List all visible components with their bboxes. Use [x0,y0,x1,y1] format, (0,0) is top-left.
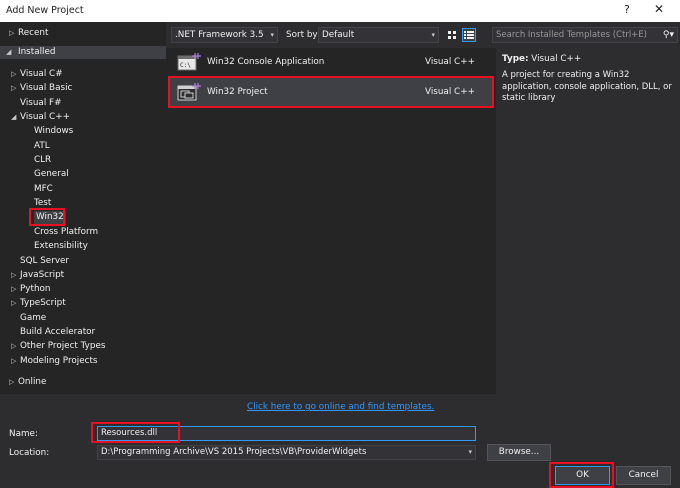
browse-button[interactable]: Browse... [487,444,551,461]
name-highlight-box [91,422,180,443]
template-category-tree: ▷ Recent ◢ Installed ▷ Visual C# ▷ Visua… [0,22,166,394]
template-type: Type: Visual C++ [502,54,582,64]
expand-arrow-icon[interactable]: ▷ [9,27,14,40]
expand-arrow-icon[interactable]: ▷ [11,355,16,368]
templates-list: C:\ Win32 Console Application Visual C++… [166,48,496,394]
list-view-icon [464,31,474,39]
expand-arrow-icon[interactable]: ▷ [11,297,16,310]
grid-view-icon [448,31,456,39]
tree-item-recent[interactable]: ▷ Recent [9,27,48,40]
tree-item-visual-cpp[interactable]: ◢ Visual C++ [11,111,70,124]
template-language: Visual C++ [425,57,475,67]
tree-item-sql-server[interactable]: SQL Server [20,255,69,268]
tree-item-cross-platform[interactable]: Cross Platform [34,226,98,239]
tree-item-javascript[interactable]: ▷ JavaScript [11,269,64,282]
grid-view-button[interactable] [445,28,459,42]
expand-arrow-icon[interactable]: ▷ [9,376,14,389]
search-icon[interactable]: ⚲▾ [663,28,674,42]
expand-arrow-icon[interactable]: ▷ [11,269,16,282]
tree-item-other-project-types[interactable]: ▷ Other Project Types [11,340,105,353]
expand-arrow-icon[interactable]: ▷ [11,283,16,296]
tree-item-windows[interactable]: Windows [34,125,73,138]
list-view-button[interactable] [462,28,476,42]
sort-by-label: Sort by: [286,30,320,40]
tree-item-atl[interactable]: ATL [34,140,50,153]
tree-item-python[interactable]: ▷ Python [11,283,51,296]
expand-arrow-icon[interactable]: ▷ [11,82,16,95]
tree-item-mfc[interactable]: MFC [34,183,53,196]
template-details-pane: Type: Visual C++ A project for creating … [497,48,680,394]
tree-item-modeling-projects[interactable]: ▷ Modeling Projects [11,355,98,368]
tree-item-general[interactable]: General [34,168,69,181]
chevron-down-icon: ▾ [431,31,435,39]
location-label: Location: [9,448,50,458]
chevron-down-icon: ▾ [468,448,472,456]
console-app-icon: C:\ [177,53,201,71]
template-item-win32-console[interactable]: C:\ Win32 Console Application Visual C++ [169,48,493,76]
ok-highlight-box [549,462,614,488]
help-button[interactable]: ? [624,3,630,16]
tree-item-online[interactable]: ▷ Online [9,376,46,389]
collapse-arrow-icon[interactable]: ◢ [11,111,16,124]
template-description: A project for creating a Win32 applicati… [502,70,672,103]
win32-highlight-box [29,208,65,226]
location-combobox[interactable]: D:\Programming Archive\VS 2015 Projects\… [97,445,476,460]
collapse-arrow-icon[interactable]: ◢ [6,46,11,59]
svg-text:C:\: C:\ [180,62,191,69]
title-bar: Add New Project ? ✕ [0,0,680,22]
search-templates-input[interactable]: Search Installed Templates (Ctrl+E) ⚲▾ [492,27,678,43]
tree-item-visual-csharp[interactable]: ▷ Visual C# [11,68,63,81]
tree-item-typescript[interactable]: ▷ TypeScript [11,297,66,310]
chevron-down-icon: ▾ [270,31,274,39]
tree-item-game[interactable]: Game [20,312,46,325]
cancel-button[interactable]: Cancel [616,466,671,485]
template-name: Win32 Console Application [207,57,325,67]
find-templates-online-link[interactable]: Click here to go online and find templat… [247,402,434,412]
window-title: Add New Project [6,5,84,16]
expand-arrow-icon[interactable]: ▷ [11,68,16,81]
tree-item-installed[interactable]: ◢ Installed [0,46,166,59]
win32-project-highlight-box [168,76,494,108]
framework-dropdown[interactable]: .NET Framework 3.5 ▾ [171,27,278,43]
close-button[interactable]: ✕ [654,2,664,16]
expand-arrow-icon[interactable]: ▷ [11,340,16,353]
sort-dropdown[interactable]: Default ▾ [318,27,439,43]
tree-item-visual-basic[interactable]: ▷ Visual Basic [11,82,72,95]
tree-item-clr[interactable]: CLR [34,154,51,167]
tree-item-visual-fsharp[interactable]: Visual F# [20,97,62,110]
tree-item-extensibility[interactable]: Extensibility [34,240,88,253]
tree-item-build-accelerator[interactable]: Build Accelerator [20,326,95,339]
name-label: Name: [9,429,38,439]
